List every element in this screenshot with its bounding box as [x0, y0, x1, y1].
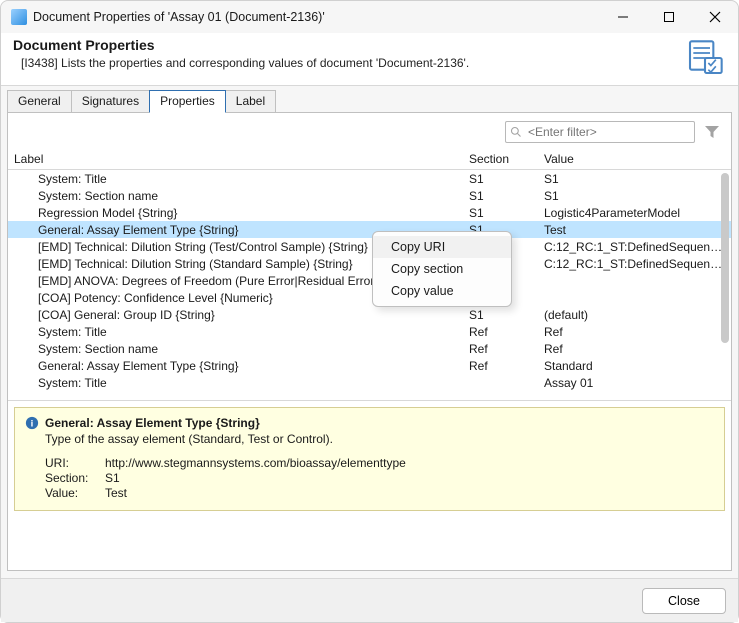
context-menu: Copy URI Copy section Copy value [372, 231, 512, 307]
cell-value: C:12_RC:1_ST:DefinedSequence_D... [538, 238, 731, 255]
info-description: Type of the assay element (Standard, Tes… [45, 432, 714, 446]
table-scrollbar[interactable] [720, 173, 730, 400]
cell-value: S1 [538, 187, 731, 204]
cell-section: Ref [463, 340, 538, 357]
cell-label: System: Title [8, 170, 463, 188]
table-row[interactable]: System: Section nameRefRef [8, 340, 731, 357]
filter-funnel-button[interactable] [703, 123, 721, 141]
cell-value: S1 [538, 170, 731, 188]
cell-value: Standard [538, 357, 731, 374]
table-row[interactable]: [COA] Potency: Confidence Level {Numeric… [8, 289, 731, 306]
cell-value: Ref [538, 340, 731, 357]
dialog-footer: Close [1, 578, 738, 622]
tab-signatures[interactable]: Signatures [71, 90, 150, 113]
close-icon [709, 11, 721, 23]
info-uri-label: URI: [45, 456, 105, 470]
cell-section: S1 [463, 204, 538, 221]
cell-label: General: Assay Element Type {String} [8, 357, 463, 374]
info-uri-value: http://www.stegmannsystems.com/bioassay/… [105, 456, 714, 470]
column-header-label[interactable]: Label [8, 149, 463, 170]
cell-value: Logistic4ParameterModel [538, 204, 731, 221]
table-row[interactable]: Regression Model {String}S1Logistic4Para… [8, 204, 731, 221]
menu-copy-value[interactable]: Copy value [373, 280, 511, 302]
filter-input[interactable] [526, 124, 690, 140]
close-window-button[interactable] [692, 1, 738, 33]
cell-section: Ref [463, 323, 538, 340]
properties-table-wrap: Label Section Value System: TitleS1S1Sys… [8, 149, 731, 401]
cell-value [538, 272, 731, 289]
cell-value: (default) [538, 306, 731, 323]
page-title: Document Properties [13, 37, 684, 53]
maximize-icon [664, 12, 674, 22]
funnel-icon [704, 124, 720, 140]
tab-general[interactable]: General [7, 90, 72, 113]
info-icon: i [25, 416, 39, 430]
tab-label[interactable]: Label [225, 90, 276, 113]
cell-section: Ref [463, 357, 538, 374]
column-header-value[interactable]: Value [538, 149, 731, 170]
table-row[interactable]: System: Section nameS1S1 [8, 187, 731, 204]
cell-section: S1 [463, 187, 538, 204]
cell-value: Test [538, 221, 731, 238]
table-row[interactable]: [COA] General: Group ID {String}S1(defau… [8, 306, 731, 323]
close-button[interactable]: Close [642, 588, 726, 614]
tab-properties[interactable]: Properties [149, 90, 226, 113]
info-value-label: Value: [45, 486, 105, 500]
menu-copy-uri[interactable]: Copy URI [373, 236, 511, 258]
cell-label: System: Section name [8, 340, 463, 357]
table-row[interactable]: System: TitleRefRef [8, 323, 731, 340]
cell-section: S1 [463, 306, 538, 323]
minimize-icon [618, 12, 628, 22]
cell-value: Assay 01 [538, 374, 731, 391]
info-title: General: Assay Element Type {String} [45, 416, 260, 430]
properties-icon [684, 37, 726, 79]
window-title: Document Properties of 'Assay 01 (Docume… [33, 10, 600, 24]
info-value-value: Test [105, 486, 714, 500]
cell-value: Ref [538, 323, 731, 340]
table-row[interactable]: [EMD] Technical: Dilution String (Standa… [8, 255, 731, 272]
cell-value [538, 289, 731, 306]
titlebar: Document Properties of 'Assay 01 (Docume… [1, 1, 738, 33]
scrollbar-thumb[interactable] [721, 173, 729, 343]
header-strip: Document Properties [I3438] Lists the pr… [1, 33, 738, 86]
cell-label: System: Section name [8, 187, 463, 204]
cell-section [463, 374, 538, 391]
cell-label: Regression Model {String} [8, 204, 463, 221]
table-row[interactable]: General: Assay Element Type {String}RefS… [8, 357, 731, 374]
svg-text:i: i [31, 419, 34, 430]
table-row[interactable]: [EMD] Technical: Dilution String (Test/C… [8, 238, 731, 255]
page-description: [I3438] Lists the properties and corresp… [13, 56, 684, 70]
info-section-value: S1 [105, 471, 714, 485]
tab-panel: Label Section Value System: TitleS1S1Sys… [7, 112, 732, 571]
column-header-section[interactable]: Section [463, 149, 538, 170]
cell-section: S1 [463, 170, 538, 188]
search-icon [510, 126, 522, 138]
cell-label: System: Title [8, 323, 463, 340]
minimize-button[interactable] [600, 1, 646, 33]
cell-label: [COA] General: Group ID {String} [8, 306, 463, 323]
window-frame: Document Properties of 'Assay 01 (Docume… [0, 0, 739, 623]
info-section-label: Section: [45, 471, 105, 485]
filter-box[interactable] [505, 121, 695, 143]
table-row[interactable]: [EMD] ANOVA: Degrees of Freedom (Pure Er… [8, 272, 731, 289]
cell-value: C:12_RC:1_ST:DefinedSequence_D... [538, 255, 731, 272]
maximize-button[interactable] [646, 1, 692, 33]
table-row[interactable]: System: Title Assay 01 [8, 374, 731, 391]
app-icon [11, 9, 27, 25]
table-row[interactable]: System: TitleS1S1 [8, 170, 731, 188]
tab-strip: General Signatures Properties Label [1, 86, 738, 113]
cell-label: System: Title [8, 374, 463, 391]
menu-copy-section[interactable]: Copy section [373, 258, 511, 280]
table-row[interactable]: General: Assay Element Type {String}S1Te… [8, 221, 731, 238]
filter-row [8, 113, 731, 149]
info-panel: i General: Assay Element Type {String} T… [14, 407, 725, 511]
properties-table: Label Section Value System: TitleS1S1Sys… [8, 149, 731, 391]
